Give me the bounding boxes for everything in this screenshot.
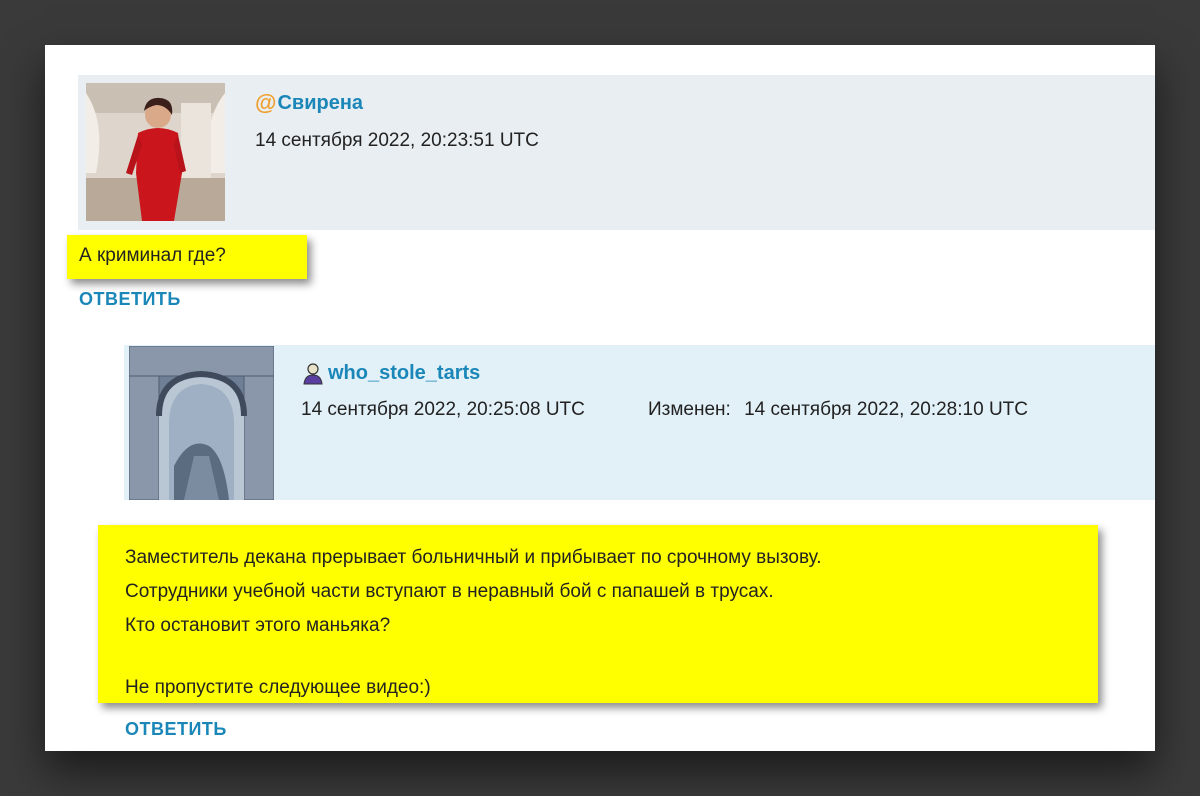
username[interactable]: Свирена: [277, 92, 363, 115]
comment-text-line: Заместитель декана прерывает больничный …: [125, 547, 822, 568]
reply-button[interactable]: ОТВЕТИТЬ: [125, 719, 227, 740]
comment-text-line: Не пропустите следующее видео:): [125, 677, 431, 698]
comment-text: Заместитель декана прерывает больничный …: [98, 525, 1098, 703]
at-icon: @: [255, 90, 277, 115]
edited-timestamp: 14 сентября 2022, 20:28:10 UTC: [744, 399, 1028, 420]
comment-text: А криминал где?: [67, 235, 307, 279]
comment-header: [124, 345, 1155, 500]
comment-text-line: Кто остановит этого маньяка?: [125, 615, 391, 636]
avatar[interactable]: [86, 83, 225, 221]
reply-button[interactable]: ОТВЕТИТЬ: [79, 289, 181, 310]
avatar[interactable]: [129, 346, 274, 500]
comment-text-line: Сотрудники учебной части вступают в нера…: [125, 581, 774, 602]
edited-info: Изменен: 14 сентября 2022, 20:28:10 UTC: [648, 399, 1028, 421]
comment-text-line: А криминал где?: [79, 245, 226, 266]
comments-panel: @ Свирена 14 сентября 2022, 20:23:51 UTC…: [45, 45, 1155, 751]
edited-label: Изменен:: [648, 399, 731, 420]
username-link[interactable]: who_stole_tarts: [301, 361, 480, 385]
username-link[interactable]: @ Свирена: [255, 90, 363, 116]
comment-timestamp: 14 сентября 2022, 20:25:08 UTC: [301, 399, 585, 420]
comment-header: [78, 75, 1155, 230]
username[interactable]: who_stole_tarts: [328, 362, 480, 385]
user-icon: [303, 363, 323, 385]
comment-timestamp: 14 сентября 2022, 20:23:51 UTC: [255, 130, 539, 151]
